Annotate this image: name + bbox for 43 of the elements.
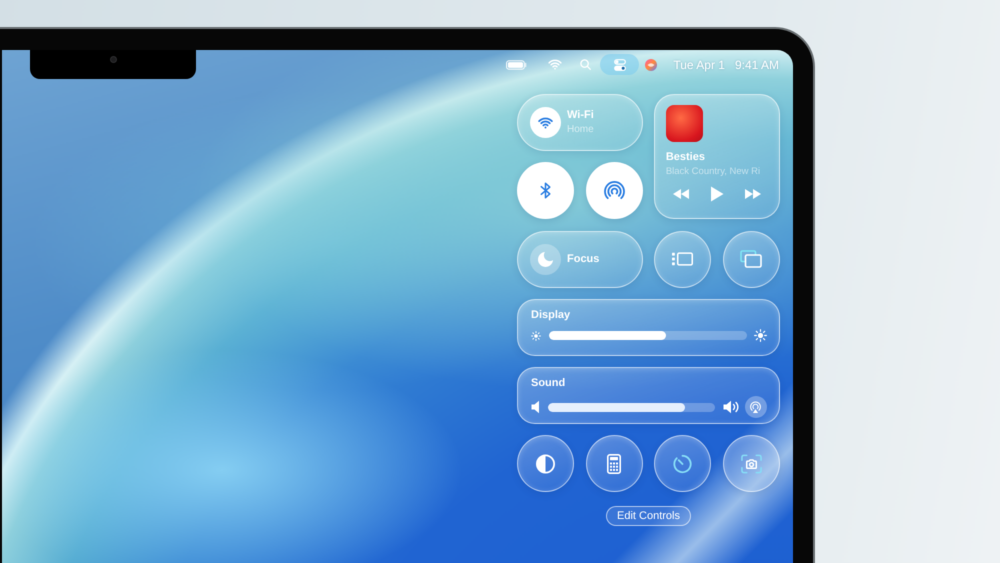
airplay-button[interactable] <box>744 396 767 418</box>
menu-clock[interactable]: 9:41 AM <box>734 58 779 72</box>
concentric-arcs-icon <box>604 181 625 200</box>
wifi-tile[interactable]: Wi-Fi Home <box>517 94 643 151</box>
speaker-low-icon <box>531 400 540 414</box>
display-label: Display <box>531 308 572 322</box>
search-icon[interactable] <box>580 59 592 70</box>
focus-toggle[interactable] <box>530 244 561 275</box>
menu-date[interactable]: Tue Apr 1 <box>673 58 725 72</box>
timer-icon <box>672 454 694 474</box>
airplay-icon <box>749 400 762 414</box>
overlapping-screens-icon <box>740 250 762 268</box>
camera-frame-icon <box>740 454 762 474</box>
brightness-high-icon <box>754 329 767 342</box>
network-name: Home <box>567 124 594 136</box>
volume-slider[interactable] <box>548 402 715 412</box>
wifi-toggle[interactable] <box>530 107 561 138</box>
play-icon[interactable] <box>710 186 724 202</box>
wifi-label: Wi-Fi <box>567 109 594 122</box>
song-title: Besties <box>666 150 706 164</box>
window-list-icon <box>672 252 694 266</box>
contrast-icon <box>535 454 556 474</box>
brightness-low-icon <box>531 330 541 341</box>
artist-name: Black Country, New Ri <box>666 166 762 178</box>
sound-label: Sound <box>531 376 566 390</box>
album-art <box>666 104 703 142</box>
toggle-switches-icon <box>614 58 626 70</box>
bluetooth-icon <box>540 182 551 200</box>
battery-icon[interactable] <box>506 60 528 70</box>
brightness-slider[interactable] <box>549 331 747 340</box>
calculator-icon <box>607 454 622 474</box>
wifi-icon[interactable] <box>548 59 562 70</box>
control-center-button[interactable] <box>600 54 640 75</box>
focus-label: Focus <box>567 252 600 266</box>
speaker-high-icon <box>722 400 739 414</box>
fast-forward-icon[interactable] <box>745 188 762 198</box>
edit-controls-button[interactable]: Edit Controls <box>606 506 691 526</box>
orb-icon[interactable] <box>645 58 658 70</box>
camera-lens-icon <box>110 56 116 63</box>
rewind-icon[interactable] <box>672 188 689 198</box>
focus-tile[interactable]: Focus <box>517 230 643 288</box>
wifi-icon <box>538 116 553 128</box>
moon-icon <box>538 252 553 267</box>
